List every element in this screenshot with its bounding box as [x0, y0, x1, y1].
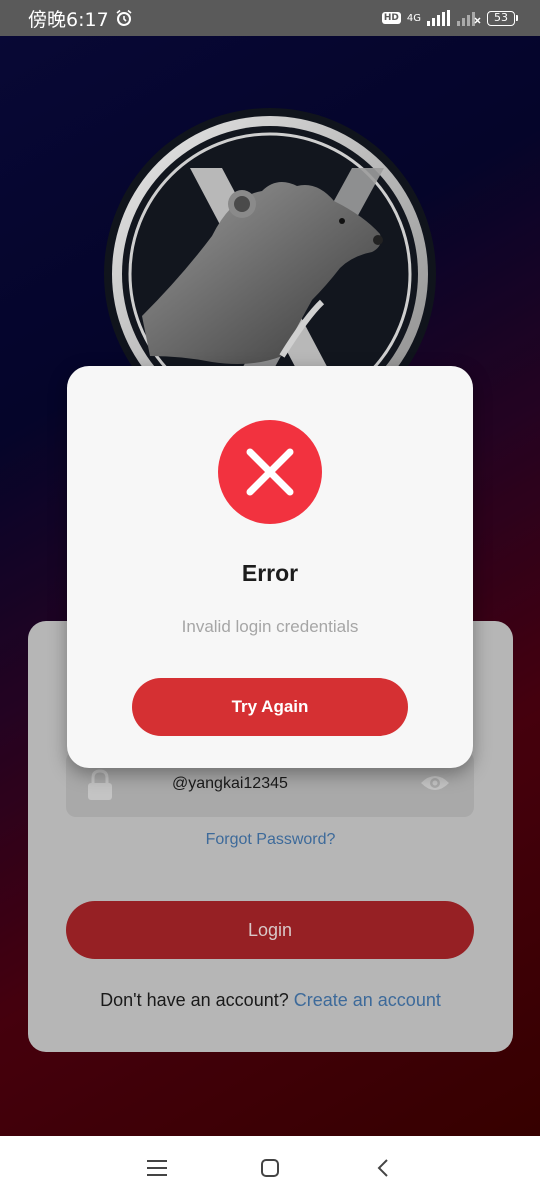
battery-level: 53	[487, 10, 515, 26]
status-time: 傍晚6:17	[28, 8, 109, 31]
battery-tip	[516, 15, 518, 21]
signal-icon	[427, 10, 450, 26]
close-icon	[246, 448, 294, 496]
menu-button[interactable]	[137, 1148, 177, 1188]
status-bar: 傍晚6:17 HD 4G 53	[0, 0, 540, 36]
home-button[interactable]	[250, 1148, 290, 1188]
signal-off-icon	[457, 12, 481, 26]
error-dialog: Error Invalid login credentials Try Agai…	[67, 366, 473, 768]
error-badge	[218, 420, 322, 524]
back-icon	[377, 1159, 389, 1177]
login-button[interactable]: Login	[66, 901, 474, 959]
signup-row: Don't have an account? Create an account	[28, 990, 513, 1011]
menu-icon	[146, 1160, 167, 1176]
try-again-button[interactable]: Try Again	[132, 678, 408, 736]
navigation-bar	[0, 1136, 540, 1200]
lock-icon	[88, 769, 112, 800]
signup-prompt: Don't have an account?	[100, 990, 289, 1010]
dialog-title: Error	[241, 560, 299, 586]
dialog-message: Invalid login credentials	[181, 617, 359, 636]
forgot-password-link[interactable]: Forgot Password?	[28, 831, 513, 849]
status-left: 傍晚6:17	[28, 5, 133, 32]
hd-badge: HD	[381, 12, 401, 24]
eye-icon[interactable]	[420, 771, 450, 795]
password-value: @yangkai12345	[172, 775, 288, 792]
back-button[interactable]	[363, 1148, 403, 1188]
status-right: HD 4G 53	[381, 10, 518, 26]
battery-indicator: 53	[487, 10, 518, 26]
create-account-link[interactable]: Create an account	[294, 990, 441, 1010]
alarm-icon	[116, 9, 132, 26]
network-label: 4G	[406, 12, 421, 24]
home-icon	[260, 1159, 279, 1177]
